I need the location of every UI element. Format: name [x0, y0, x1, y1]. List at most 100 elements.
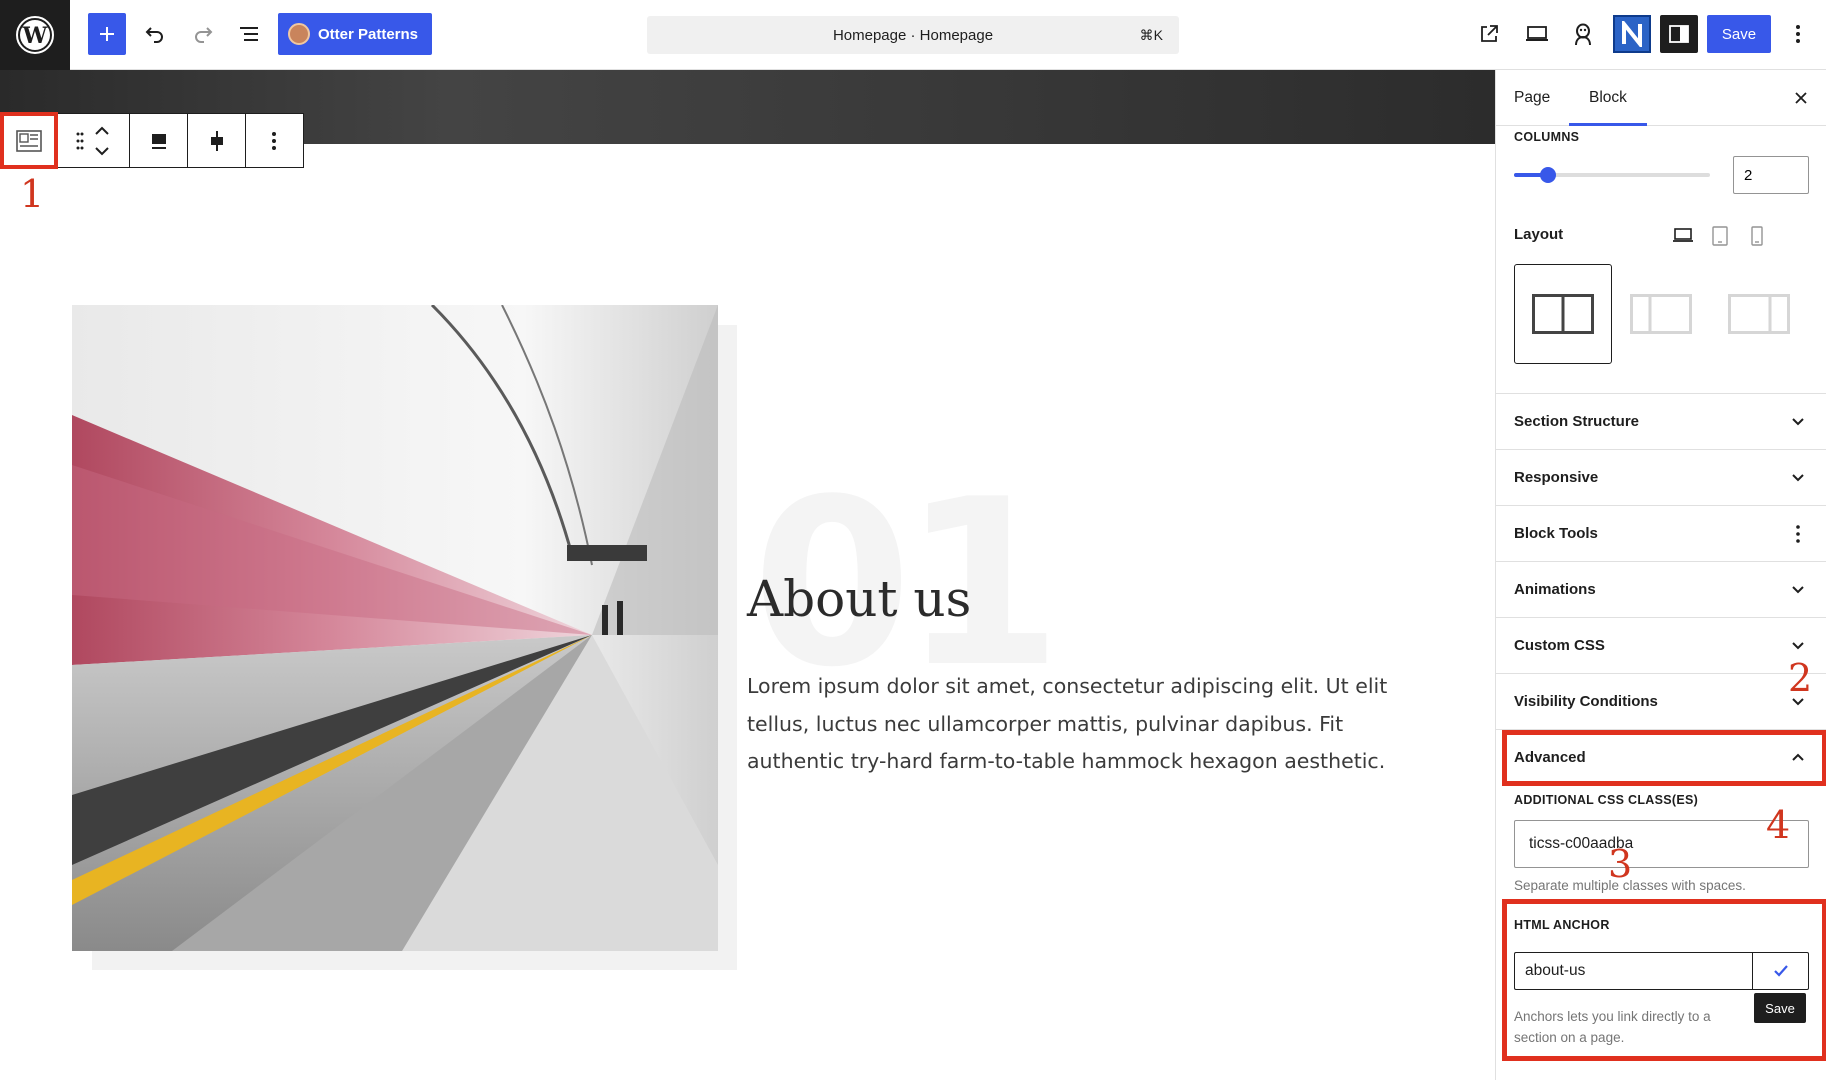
desktop-icon [1526, 26, 1548, 41]
settings-sidebar: Page Block COLUMNS Layout [1495, 70, 1826, 1080]
tab-block[interactable]: Block [1589, 89, 1627, 107]
annotation-highlight-advanced [1502, 730, 1826, 786]
desktop-icon [1673, 228, 1693, 242]
section-block-icon [16, 129, 42, 152]
neve-button[interactable] [1613, 15, 1651, 53]
otter-icon [1575, 23, 1591, 46]
panel-visibility-conditions[interactable]: Visibility Conditions [1496, 673, 1826, 729]
drag-handle-icon[interactable] [76, 131, 84, 151]
tab-page[interactable]: Page [1514, 89, 1550, 107]
tablet-icon [1712, 226, 1728, 246]
columns-slider-thumb[interactable] [1540, 167, 1557, 183]
css-classes-input[interactable] [1514, 820, 1809, 868]
close-sidebar-button[interactable] [1789, 86, 1813, 110]
chevron-down-icon [1792, 474, 1804, 482]
html-anchor-help: Anchors lets you link directly to a sect… [1514, 1009, 1711, 1045]
panel-label: Custom CSS [1514, 637, 1605, 654]
redo-icon [195, 27, 213, 43]
neve-n-icon [1622, 21, 1642, 47]
about-paragraph[interactable]: Lorem ipsum dolor sit amet, consectetur … [747, 668, 1407, 781]
panel-animations[interactable]: Animations [1496, 561, 1826, 617]
layout-narrow-wide-columns[interactable] [1612, 264, 1710, 364]
layout-desktop-button[interactable] [1672, 226, 1694, 249]
move-up-down-icon[interactable] [92, 124, 112, 158]
panel-responsive[interactable]: Responsive [1496, 449, 1826, 505]
more-vertical-icon [1796, 25, 1800, 43]
undo-icon [145, 27, 163, 43]
checkmark-icon [1773, 965, 1788, 977]
panel-label: Animations [1514, 581, 1596, 598]
two-equal-columns-icon [1532, 294, 1594, 334]
justify-content-button[interactable] [188, 114, 246, 167]
save-tooltip: Save [1754, 993, 1806, 1023]
annotation-number-2: 2 [1788, 656, 1813, 700]
css-classes-label: ADDITIONAL CSS CLASS(ES) [1514, 793, 1699, 807]
panel-block-tools[interactable]: Block Tools [1496, 505, 1826, 561]
move-block-controls[interactable] [58, 114, 130, 167]
sidebar-icon [1669, 25, 1689, 43]
vertical-align-button[interactable] [130, 114, 188, 167]
chevron-down-icon [1792, 418, 1804, 426]
narrow-wide-columns-icon [1630, 294, 1692, 334]
block-toolbar [0, 112, 304, 169]
layout-equal-columns[interactable] [1514, 264, 1612, 364]
align-top-icon [151, 133, 166, 149]
block-options-button[interactable] [246, 114, 302, 167]
wide-narrow-columns-icon [1728, 294, 1790, 334]
document-title: Homepage · Homepage [832, 26, 994, 44]
layout-wide-narrow-columns[interactable] [1710, 264, 1808, 364]
layout-tablet-button[interactable] [1711, 226, 1729, 251]
more-vertical-icon [272, 131, 276, 150]
sidebar-tabs: Page Block [1496, 70, 1826, 126]
anchor-save-button[interactable] [1752, 952, 1809, 990]
document-overview-button[interactable] [234, 15, 264, 53]
close-icon [1795, 92, 1807, 104]
otter-tools-button[interactable] [1566, 15, 1600, 53]
chevron-down-icon [1792, 586, 1804, 594]
external-link-icon [1481, 25, 1498, 42]
otter-patterns-button[interactable]: Otter Patterns [278, 13, 432, 55]
annotation-number-3: 3 [1608, 842, 1633, 886]
otter-patterns-label: Otter Patterns [318, 25, 419, 43]
otter-avatar-icon [288, 23, 310, 45]
settings-sidebar-toggle[interactable] [1660, 15, 1698, 53]
active-tab-indicator [1569, 123, 1647, 126]
editor-app: W Otter Patterns Homepage · Homepage ⌘K [0, 0, 1826, 1080]
add-block-button[interactable] [88, 13, 126, 55]
list-view-icon [240, 27, 258, 41]
justify-center-icon [210, 130, 223, 151]
preview-device-button[interactable] [1520, 15, 1554, 53]
wordpress-logo-icon[interactable]: W [0, 0, 70, 70]
columns-number-input[interactable] [1733, 156, 1809, 194]
panel-label: Responsive [1514, 469, 1599, 486]
panel-custom-css[interactable]: Custom CSS [1496, 617, 1826, 673]
mobile-icon [1751, 226, 1763, 246]
undo-button[interactable] [140, 15, 170, 53]
annotation-number-1: 1 [20, 172, 45, 216]
layout-mobile-button[interactable] [1750, 226, 1764, 251]
editor-canvas[interactable]: 1 01 About us Lorem ipsum dolor sit amet… [0, 70, 1495, 1080]
more-vertical-icon[interactable] [1795, 524, 1801, 544]
command-palette-bar[interactable]: Homepage · Homepage ⌘K [647, 16, 1179, 54]
panel-label: Visibility Conditions [1514, 693, 1658, 710]
subway-photo[interactable] [72, 305, 718, 951]
html-anchor-input[interactable] [1514, 952, 1752, 990]
view-page-button[interactable] [1474, 15, 1504, 53]
svg-text:W: W [22, 23, 48, 49]
layout-label: Layout [1514, 226, 1564, 243]
save-button[interactable]: Save [1707, 15, 1771, 53]
panel-label: Block Tools [1514, 525, 1598, 542]
about-heading[interactable]: About us [747, 570, 971, 628]
panel-label: Section Structure [1514, 413, 1640, 430]
columns-label: COLUMNS [1514, 130, 1580, 144]
annotation-number-4: 4 [1766, 803, 1791, 847]
top-toolbar: W Otter Patterns Homepage · Homepage ⌘K [0, 0, 1826, 70]
columns-slider[interactable] [1514, 167, 1710, 183]
command-shortcut: ⌘K [1139, 27, 1163, 43]
panel-section-structure[interactable]: Section Structure [1496, 393, 1826, 449]
chevron-down-icon [1792, 642, 1804, 650]
select-parent-block-button[interactable] [0, 112, 58, 169]
html-anchor-label: HTML ANCHOR [1514, 918, 1610, 932]
redo-button[interactable] [188, 15, 218, 53]
options-menu-button[interactable] [1786, 15, 1810, 53]
